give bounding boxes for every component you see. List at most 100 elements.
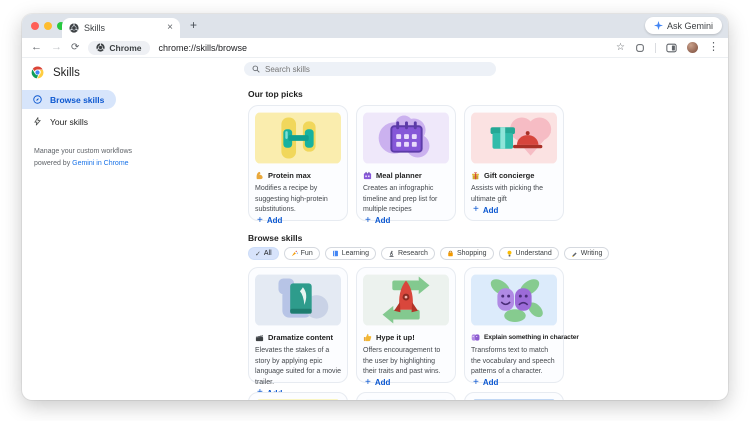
profile-avatar[interactable] (687, 42, 698, 53)
skill-card-title: Dramatize content (268, 333, 334, 342)
book-icon (332, 250, 338, 257)
tab-group-icon[interactable] (635, 43, 645, 53)
skill-card-description: Modifies a recipe by suggesting high-pro… (255, 185, 328, 213)
main-content: Our top picks (244, 58, 728, 400)
filter-chip-research[interactable]: Research (380, 247, 435, 260)
explain-in-character-illustration (471, 274, 557, 326)
search-icon (252, 65, 260, 73)
sidebar-item-your-skills[interactable]: Your skills (22, 112, 116, 131)
pencil-icon (571, 252, 577, 257)
skill-card-dramatize-content: Dramatize content Elevates the stakes of… (248, 267, 348, 398)
toolbar-divider (655, 42, 656, 53)
plus-icon: + (257, 214, 263, 226)
sidebar: Skills Browse skills Your skills Manage … (22, 58, 244, 400)
checkmark-icon: ✓ (255, 250, 261, 258)
dramatize-content-illustration (255, 274, 341, 326)
tab-skills[interactable]: Skills × (62, 18, 180, 38)
sidebar-item-browse-skills[interactable]: Browse skills (22, 90, 116, 109)
filter-chip-learning[interactable]: Learning (324, 247, 376, 260)
skill-card-title: Meal planner (376, 171, 422, 180)
theater-masks-icon (471, 334, 480, 341)
gemini-in-chrome-link[interactable]: Gemini in Chrome (72, 160, 128, 167)
sidebar-footer-text: Manage your custom workflows powered by … (34, 148, 133, 167)
skill-card-description: Assists with picking the ultimate gift (471, 185, 543, 203)
browse-cards: Dramatize content Elevates the stakes of… (248, 267, 728, 398)
add-skill-button[interactable]: + Add (363, 376, 449, 388)
close-tab-icon[interactable]: × (167, 23, 173, 33)
plus-icon: + (473, 204, 479, 215)
skill-card-description: Offers encouragement to the user by high… (363, 347, 441, 375)
gemini-sparkle-icon (653, 21, 663, 30)
skill-card-protein-max: Protein max Modifies a recipe by suggest… (248, 105, 348, 225)
filter-chip-shopping[interactable]: Shopping (439, 247, 494, 260)
thumbs-up-icon (363, 333, 372, 342)
window-minimize-button[interactable] (44, 22, 52, 30)
ask-gemini-label: Ask Gemini (666, 20, 713, 31)
filter-chip-all[interactable]: ✓ All (248, 247, 279, 260)
back-icon[interactable]: ← (31, 42, 42, 53)
calendar-icon (363, 171, 372, 180)
explore-compass-icon (33, 95, 42, 104)
tab-strip: Skills × + Ask Gemini (22, 14, 728, 38)
add-skill-button[interactable]: + Add (471, 376, 557, 388)
window-close-button[interactable] (31, 22, 39, 30)
skill-card-gift-concierge: Gift concierge Assists with picking the … (464, 105, 564, 221)
party-popper-icon (291, 250, 298, 257)
ask-gemini-button[interactable]: Ask Gemini (644, 17, 722, 34)
add-skill-button[interactable]: + Add (255, 214, 341, 226)
lightning-bolt-icon (34, 117, 41, 126)
new-tab-button[interactable]: + (190, 18, 197, 32)
microscope-icon (389, 250, 394, 257)
shopping-bag-icon (448, 250, 453, 257)
top-picks-cards: Protein max Modifies a recipe by suggest… (248, 105, 728, 225)
protein-max-illustration (255, 112, 341, 164)
add-skill-button[interactable]: + Add (471, 205, 557, 215)
browser-menu-icon[interactable]: ⋮ (708, 42, 719, 53)
skill-card-meal-planner: Meal planner Creates an infographic time… (356, 105, 456, 225)
browser-window: Skills × + Ask Gemini ← → ⟳ Chrome chrom… (22, 14, 728, 400)
sidebar-item-label: Browse skills (50, 94, 105, 105)
skill-card-description: Elevates the stakes of a story by applyi… (255, 347, 341, 386)
flexed-biceps-icon (256, 171, 263, 180)
forward-icon[interactable]: → (51, 42, 62, 53)
reload-icon[interactable]: ⟳ (71, 42, 79, 53)
skill-card-description: Transforms text to match the vocabulary … (471, 347, 555, 375)
meal-planner-illustration (363, 112, 449, 164)
gift-icon (472, 171, 479, 180)
skill-card-partial (248, 392, 348, 400)
skill-card-description: Creates an infographic timeline and prep… (363, 185, 438, 213)
chrome-favicon-mono-icon (69, 23, 79, 33)
filter-chips: ✓ All Fun Learning Research Shopping Und… (248, 247, 728, 260)
filter-chip-understand[interactable]: Understand (498, 247, 559, 260)
skill-card-partial (356, 392, 456, 400)
skill-card-title: Gift concierge (484, 171, 535, 180)
search-bar[interactable] (244, 62, 496, 76)
chrome-logo-icon (31, 66, 44, 79)
filter-chip-writing[interactable]: Writing (563, 247, 610, 260)
chrome-badge-label: Chrome (109, 42, 142, 53)
add-skill-button[interactable]: + Add (363, 215, 449, 226)
light-bulb-icon (507, 250, 511, 257)
address-bar-url[interactable]: chrome://skills/browse (159, 43, 248, 53)
skill-card-title: Protein max (268, 171, 311, 180)
plus-icon: + (365, 376, 371, 388)
search-input[interactable] (265, 64, 465, 74)
browser-toolbar: ← → ⟳ Chrome chrome://skills/browse ☆ ⋮ (22, 38, 728, 58)
clapper-board-icon (255, 334, 264, 342)
section-heading-top-picks: Our top picks (248, 89, 303, 99)
filter-chip-fun[interactable]: Fun (283, 247, 320, 260)
chrome-badge: Chrome (88, 40, 150, 55)
plus-icon: + (473, 376, 479, 388)
app-title: Skills (53, 66, 80, 79)
bookmark-star-icon[interactable]: ☆ (616, 42, 625, 53)
skill-card-title: Hype it up! (376, 333, 415, 342)
browse-cards-partial-row (248, 392, 728, 400)
tab-title: Skills (84, 23, 106, 33)
sidebar-item-label: Your skills (50, 116, 88, 127)
chrome-badge-icon (96, 43, 106, 52)
skill-card-explain-in-character: Explain something in character Transform… (464, 267, 579, 387)
skill-card-partial (464, 392, 564, 400)
side-panel-icon[interactable] (666, 43, 677, 53)
hype-it-up-illustration (363, 274, 449, 326)
skill-card-hype-it-up: Hype it up! Offers encouragement to the … (356, 267, 456, 387)
